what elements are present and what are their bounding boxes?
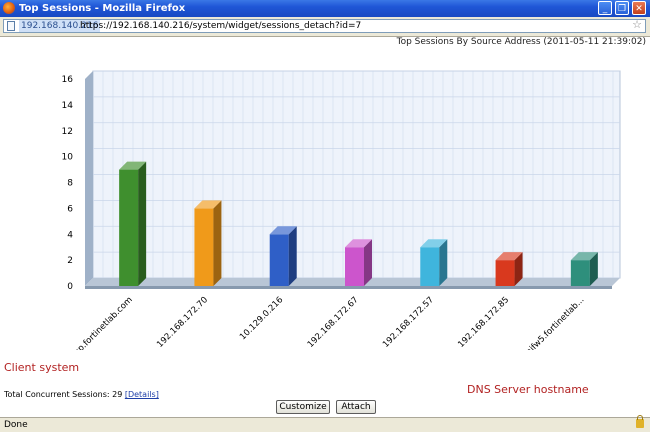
dns-server-hostname-annotation: DNS Server hostname	[467, 383, 589, 396]
bar	[570, 260, 590, 286]
page-icon	[7, 21, 15, 31]
url-text[interactable]: https://192.168.140.216/system/widget/se…	[80, 20, 361, 32]
window-title: Top Sessions - Mozilla Firefox	[19, 3, 186, 14]
plot-left-wall	[85, 71, 93, 286]
y-tick-label: 0	[67, 282, 73, 292]
y-tick-label: 10	[62, 153, 74, 163]
x-tick-label: winxp.fortinetlab.com	[62, 295, 135, 350]
x-tick-label: 192.168.172.70	[155, 295, 210, 350]
lock-icon	[636, 415, 644, 428]
bar	[420, 247, 440, 286]
x-tick-label: 192.168.172.85	[456, 295, 511, 350]
bar	[194, 208, 214, 286]
bar-side	[288, 226, 297, 286]
x-tick-label: 10.129.0.216	[238, 295, 285, 342]
y-tick-label: 12	[62, 127, 73, 137]
bar	[119, 169, 139, 286]
attach-button[interactable]: Attach	[336, 400, 376, 414]
y-tick-label: 2	[67, 256, 73, 266]
total-sessions-label: Total Concurrent Sessions: 29	[4, 390, 123, 399]
firefox-icon	[3, 2, 15, 14]
details-link[interactable]: [Details]	[125, 390, 159, 399]
bar	[345, 247, 364, 286]
x-tick-label: 192.168.172.67	[306, 295, 361, 350]
bar-side	[364, 239, 372, 286]
maximize-button[interactable]: ❐	[615, 1, 629, 15]
y-tick-label: 4	[67, 230, 73, 240]
customize-button[interactable]: Customize	[276, 400, 330, 414]
sessions-bar-chart: 0 2 4 6 8 10 12 14 16 winxp.fortinetlab.com 192.16…	[62, 70, 621, 350]
minimize-button[interactable]: _	[598, 1, 612, 15]
bar	[269, 234, 289, 286]
plot-floor-edge	[85, 286, 612, 289]
bar-side	[213, 200, 222, 286]
y-tick-label: 16	[62, 75, 74, 85]
x-tick-label: 192.168.172.57	[381, 295, 436, 350]
page-title: Top Sessions By Source Address (2011-05-…	[396, 37, 646, 47]
star-icon[interactable]: ☆	[632, 19, 642, 31]
status-text: Done	[4, 420, 28, 430]
window-titlebar: Top Sessions - Mozilla Firefox _ ❐ ✕	[0, 0, 650, 17]
status-bar: Done	[0, 415, 650, 432]
y-tick-label: 6	[67, 204, 73, 214]
client-system-annotation: Client system	[4, 361, 80, 374]
bar-side	[439, 239, 448, 286]
y-tick-label: 14	[62, 101, 74, 111]
close-button[interactable]: ✕	[632, 1, 646, 15]
url-field[interactable]: 192.168.140.216 https://192.168.140.216/…	[3, 19, 646, 33]
total-sessions: Total Concurrent Sessions: 29 [Details]	[4, 390, 159, 399]
address-bar: 192.168.140.216 https://192.168.140.216/…	[0, 17, 650, 37]
y-tick-label: 8	[67, 179, 73, 189]
bar-side	[138, 161, 147, 286]
bar	[495, 260, 515, 286]
